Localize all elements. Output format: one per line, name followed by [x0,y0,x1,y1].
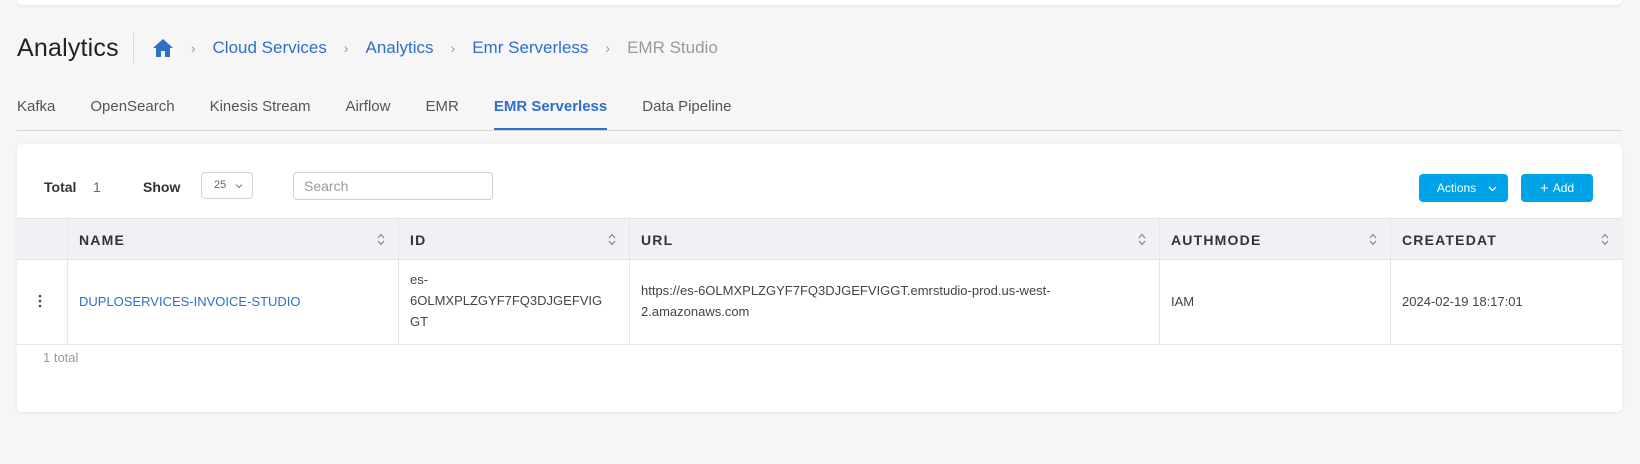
authmode-value: IAM [1171,294,1195,309]
chevron-right-icon: › [450,40,456,56]
sort-icon[interactable] [376,232,386,247]
chevron-down-icon [1488,186,1497,192]
id-line: es- [410,272,429,287]
studio-name-link[interactable]: DUPLOSERVICES-INVOICE-STUDIO [79,291,301,312]
chevron-right-icon: › [190,40,196,56]
breadcrumb-current: EMR Studio [627,38,718,57]
cell-authmode: IAM [1159,260,1390,344]
table-card: Total 1 Show 25 Actions + Add NAME ID [17,144,1622,412]
header-url-label: URL [641,232,674,248]
total-label: Total [44,179,77,195]
header-authmode-label: AUTHMODE [1171,232,1262,248]
cell-url: https://es-6OLMXPLZGYF7FQ3DJGEFVIGGT.emr… [629,260,1159,344]
table-toolbar: Total 1 Show 25 Actions + Add [17,144,1622,218]
page-header: Analytics › Cloud Services › Analytics ›… [17,30,718,66]
tab-emr-serverless[interactable]: EMR Serverless [493,92,608,130]
header-authmode[interactable]: AUTHMODE [1159,219,1390,259]
header-name-label: NAME [79,232,126,248]
chevron-right-icon: › [605,40,611,56]
page-title: Analytics [17,33,119,62]
tab-emr[interactable]: EMR [425,92,458,122]
add-button[interactable]: + Add [1521,174,1593,202]
tab-airflow[interactable]: Airflow [345,92,390,122]
id-line: 6OLMXPLZGYF7FQ3DJGEFVIG [410,293,603,308]
chevron-down-icon [235,184,243,189]
breadcrumb-analytics[interactable]: Analytics [366,38,434,58]
kebab-icon[interactable] [38,293,42,309]
top-panel-edge [17,0,1622,5]
chevron-right-icon: › [343,40,349,56]
header-createdat-label: CREATEDAT [1402,232,1498,248]
header-createdat[interactable]: CREATEDAT [1390,219,1622,259]
sort-icon[interactable] [1137,232,1147,247]
sort-icon[interactable] [1368,232,1378,247]
header-id[interactable]: ID [398,219,629,259]
page-size-select[interactable]: 25 [201,172,253,199]
table-footer-total: 1 total [43,350,79,365]
add-button-label: Add [1552,181,1575,195]
data-table: NAME ID URL AUTHMODE CREATEDAT DUPLOSERV… [17,218,1622,345]
tab-opensearch[interactable]: OpenSearch [90,92,174,122]
breadcrumb-cloud-services[interactable]: Cloud Services [213,38,327,58]
header-actions-col [17,219,67,259]
url-line: 2.amazonaws.com [641,304,750,319]
sort-icon[interactable] [1600,232,1610,247]
tab-kafka[interactable]: Kafka [17,92,55,122]
total-count: 1 [93,179,101,195]
title-divider [132,33,134,63]
row-actions-cell [17,260,67,344]
cell-createdat: 2024-02-19 18:17:01 [1390,260,1622,344]
service-tabs: Kafka OpenSearch Kinesis Stream Airflow … [17,92,1622,131]
header-name[interactable]: NAME [67,219,398,259]
actions-button-label: Actions [1436,181,1477,195]
sort-icon[interactable] [607,232,617,247]
tab-kinesis-stream[interactable]: Kinesis Stream [210,92,311,122]
page-size-value: 25 [214,179,227,191]
createdat-value: 2024-02-19 18:17:01 [1402,294,1523,309]
table-header: NAME ID URL AUTHMODE CREATEDAT [17,218,1622,260]
plus-icon: + [1539,179,1549,197]
breadcrumb-emr-serverless[interactable]: Emr Serverless [472,38,588,58]
id-line: GT [410,314,429,329]
header-url[interactable]: URL [629,219,1159,259]
home-icon[interactable] [152,37,174,59]
tab-data-pipeline[interactable]: Data Pipeline [642,92,731,122]
table-row: DUPLOSERVICES-INVOICE-STUDIO es- 6OLMXPL… [17,260,1622,345]
search-input[interactable] [293,172,493,200]
show-label: Show [143,179,181,195]
cell-id: es- 6OLMXPLZGYF7FQ3DJGEFVIG GT [398,260,629,344]
cell-name: DUPLOSERVICES-INVOICE-STUDIO [67,260,398,344]
url-line: https://es-6OLMXPLZGYF7FQ3DJGEFVIGGT.emr… [641,283,1051,298]
header-id-label: ID [410,232,427,248]
actions-button[interactable]: Actions [1419,174,1508,202]
